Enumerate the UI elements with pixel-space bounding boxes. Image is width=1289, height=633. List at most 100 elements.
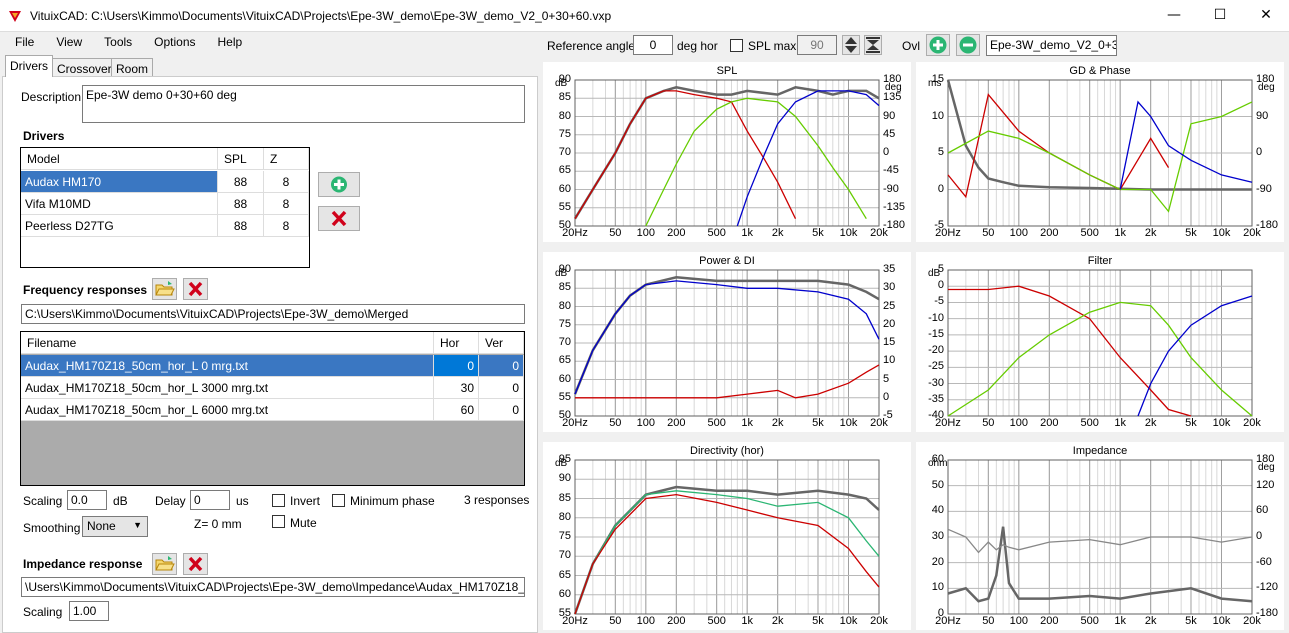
y-tick-label: 60 (558, 587, 571, 600)
x-tick-label: 100 (1009, 615, 1028, 627)
directivity-chart[interactable]: Directivity (hor) 95 90 85 80 75 70 65 60 55 dB 20H… (543, 442, 911, 630)
chart-plot[interactable] (543, 442, 911, 630)
delete-icon (331, 210, 347, 227)
scaling-input[interactable]: 0.0 (67, 490, 107, 510)
y-tick-label: 60 (558, 372, 571, 385)
gd-chart[interactable]: GD & Phase 15 10 5 0 -5 180 90 0 -90 -180 ms deg 20Hz… (916, 62, 1284, 242)
drivers-panel: Description Epe-3W demo 0+30+60 deg Driv… (2, 76, 538, 633)
impedance-scaling-input[interactable]: 1.00 (69, 601, 109, 621)
up-down-icon (845, 37, 857, 53)
x-tick-label: 10k (1212, 417, 1231, 429)
open-frequency-button[interactable] (152, 278, 177, 300)
y-tick-label: 50 (931, 478, 944, 491)
spl-max-input[interactable]: 90 (797, 35, 837, 55)
response-hor-cell[interactable]: 60 (434, 399, 479, 421)
menu-options[interactable]: Options (139, 33, 202, 49)
chart-plot[interactable] (916, 442, 1284, 630)
column-header[interactable]: Z (264, 148, 309, 170)
remove-driver-button[interactable] (318, 206, 360, 231)
driver-z-cell[interactable]: 8 (264, 193, 309, 215)
response-ver-cell[interactable]: 0 (479, 377, 524, 399)
power-chart[interactable]: Power & DI 90 85 80 75 70 65 60 55 50 35 30 25 20 15 10… (543, 252, 911, 432)
column-header[interactable]: Ver (479, 332, 524, 354)
mute-checkbox[interactable] (272, 515, 285, 528)
chart-plot[interactable] (916, 252, 1284, 432)
column-header[interactable]: Filename (21, 332, 434, 354)
frequency-path-input[interactable]: C:\Users\Kimmo\Documents\VituixCAD\Proje… (21, 304, 525, 324)
spl-max-checkbox[interactable] (730, 39, 743, 52)
impedance-path-input[interactable]: \Users\Kimmo\Documents\VituixCAD\Project… (21, 577, 525, 597)
filter-chart[interactable]: Filter 5 0 -5 -10 -15 -20 -25 -30 -35 -40 dB 20Hz 50 1… (916, 252, 1284, 432)
add-driver-button[interactable] (318, 172, 360, 197)
overlay-select[interactable]: Epe-3W_demo_V2_0+30+ (986, 35, 1117, 56)
frequency-table[interactable]: Filename Hor Ver Audax_HM170Z18_50cm_hor… (20, 331, 525, 486)
y-tick-label: 30 (931, 530, 944, 542)
column-header[interactable]: Model (21, 148, 218, 170)
driver-model-cell[interactable]: Audax HM170 (21, 171, 218, 193)
y-tick-label: 20 (931, 555, 944, 568)
driver-spl-cell[interactable]: 88 (218, 215, 264, 237)
description-input[interactable]: Epe-3W demo 0+30+60 deg (82, 85, 525, 123)
response-ver-cell[interactable]: 0 (479, 399, 524, 421)
driver-model-cell[interactable]: Peerless D27TG (21, 215, 218, 237)
clear-frequency-button[interactable] (183, 278, 208, 300)
impedance-chart[interactable]: Impedance 60 50 40 30 20 10 0 180 120 60 0 -60 -120 -1… (916, 442, 1284, 630)
tab-room[interactable]: Room (111, 58, 154, 77)
driver-spl-cell[interactable]: 88 (218, 193, 264, 215)
tab-crossover[interactable]: Crossover (52, 58, 117, 77)
overlay-add-button[interactable] (926, 34, 950, 56)
spl-max-stepper[interactable] (842, 35, 860, 55)
y-tick-label: 80 (558, 109, 571, 122)
tab-drivers[interactable]: Drivers (5, 55, 53, 77)
title-bar: VituixCAD: C:\Users\Kimmo\Documents\Vitu… (0, 0, 1289, 32)
y2-tick-label: 5 (883, 372, 890, 385)
smoothing-select[interactable]: None ▼ (82, 516, 148, 537)
overlay-remove-button[interactable] (956, 34, 980, 56)
clear-impedance-button[interactable] (183, 553, 208, 575)
x-tick-label: 10k (1212, 615, 1231, 627)
chart-toolbar: Reference angle 0 deg hor SPL max 90 Ovl… (540, 33, 1289, 58)
series-line-0 (947, 526, 1253, 603)
x-tick-label: 500 (707, 227, 726, 239)
open-impedance-button[interactable] (152, 553, 177, 575)
chart-plot[interactable] (543, 252, 911, 432)
x-tick-label: 1k (741, 227, 753, 239)
response-file-cell[interactable]: Audax_HM170Z18_50cm_hor_L 3000 mrg.txt (21, 377, 434, 399)
chart-plot[interactable] (916, 62, 1284, 242)
column-header[interactable]: SPL (218, 148, 264, 170)
driver-spl-cell[interactable]: 88 (218, 171, 264, 193)
y2-tick-label: 0 (883, 146, 890, 158)
driver-model-cell[interactable]: Vifa M10MD (21, 193, 218, 215)
menu-file[interactable]: File (0, 33, 41, 49)
close-button[interactable]: ✕ (1243, 0, 1289, 31)
invert-checkbox[interactable] (272, 494, 285, 507)
response-file-cell[interactable]: Audax_HM170Z18_50cm_hor_L 0 mrg.txt (21, 355, 434, 377)
delay-input[interactable]: 0 (190, 490, 230, 510)
response-file-cell[interactable]: Audax_HM170Z18_50cm_hor_L 6000 mrg.txt (21, 399, 434, 421)
drivers-table[interactable]: Model SPL Z Audax HM170 88 8 Vifa M10MD … (20, 147, 310, 268)
minimize-button[interactable]: — (1151, 0, 1197, 31)
menu-view[interactable]: View (41, 33, 89, 49)
y2-tick-label: 120 (1256, 478, 1275, 491)
spl-chart[interactable]: SPL 90 85 80 75 70 65 60 55 50 180 135 90 45 0 -45 -90 -1… (543, 62, 911, 242)
minimum-phase-checkbox[interactable] (332, 494, 345, 507)
reference-angle-input[interactable]: 0 (633, 35, 673, 55)
x-tick-label: 200 (667, 417, 686, 429)
spl-max-fit-button[interactable] (864, 35, 882, 55)
driver-z-cell[interactable]: 8 (264, 171, 309, 193)
y-tick-label: 10 (931, 581, 944, 594)
response-hor-cell[interactable]: 0 (434, 355, 479, 377)
series-line-1 (574, 490, 880, 615)
x-tick-label: 10k (839, 417, 858, 429)
response-ver-cell[interactable]: 0 (479, 355, 524, 377)
column-header[interactable]: Hor (434, 332, 479, 354)
menu-help[interactable]: Help (203, 33, 250, 49)
y-tick-label: 80 (558, 510, 571, 523)
menu-tools[interactable]: Tools (89, 33, 139, 49)
series-line-2 (575, 364, 880, 399)
driver-z-cell[interactable]: 8 (264, 215, 309, 237)
x-tick-label: 20k (1243, 227, 1261, 239)
maximize-button[interactable]: ☐ (1197, 0, 1243, 31)
chart-plot[interactable] (543, 62, 911, 242)
response-hor-cell[interactable]: 30 (434, 377, 479, 399)
